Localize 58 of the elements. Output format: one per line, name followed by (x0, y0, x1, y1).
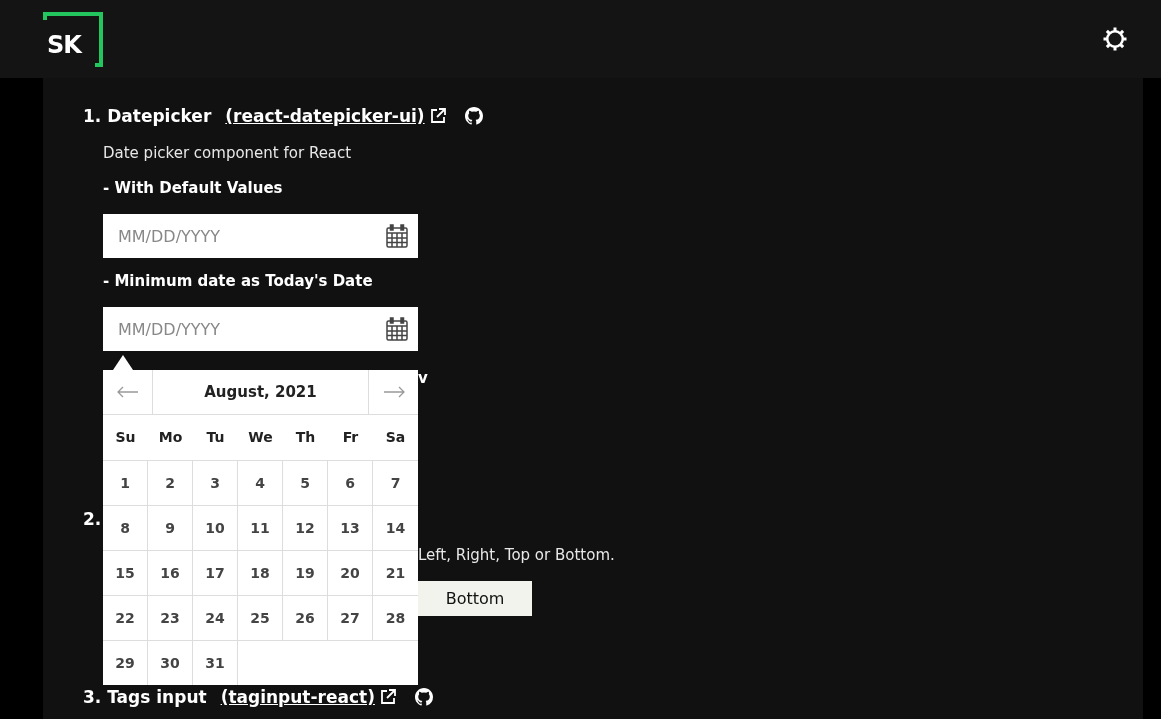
right-arrow-icon[interactable] (382, 386, 405, 398)
day-cell[interactable]: 4 (238, 460, 283, 505)
day-cell[interactable]: 20 (328, 550, 373, 595)
day-cell[interactable]: 6 (328, 460, 373, 505)
github-icon[interactable] (414, 688, 433, 706)
library-link[interactable]: (taginput-react) (220, 682, 375, 712)
day-cell[interactable]: 29 (103, 640, 148, 685)
position-button[interactable]: Bottom (418, 581, 532, 616)
weekday-label: Sa (384, 428, 407, 447)
day-cell[interactable]: 27 (328, 595, 373, 640)
day-cell[interactable]: 9 (148, 505, 193, 550)
section-title: 3. Tags input (83, 686, 207, 709)
day-cell[interactable]: 22 (103, 595, 148, 640)
day-cell[interactable]: 15 (103, 550, 148, 595)
date-input[interactable]: MM/DD/YYYY (103, 307, 418, 351)
weekday-label: Su (114, 428, 137, 447)
library-link[interactable]: (react-datepicker-ui) (225, 101, 425, 131)
day-cell[interactable]: 12 (283, 505, 328, 550)
day-cell[interactable]: 13 (328, 505, 373, 550)
day-cell[interactable]: 11 (238, 505, 283, 550)
date-input[interactable]: MM/DD/YYYY (103, 214, 418, 258)
settings-icon[interactable] (1102, 26, 1128, 52)
partial-text: v (418, 369, 428, 387)
calendar-icon[interactable] (386, 317, 408, 341)
external-link-icon[interactable] (378, 688, 397, 706)
day-cell[interactable]: 24 (193, 595, 238, 640)
day-cell[interactable]: 25 (238, 595, 283, 640)
weekday-label: Mo (157, 428, 184, 447)
day-cell[interactable]: 10 (193, 505, 238, 550)
day-cell[interactable]: 19 (283, 550, 328, 595)
section-title: 1. Datepicker (83, 105, 212, 128)
weekday-label: Th (294, 428, 317, 447)
day-cell[interactable]: 8 (103, 505, 148, 550)
day-cell[interactable]: 18 (238, 550, 283, 595)
day-cell[interactable]: 31 (193, 640, 238, 685)
month-title: August, 2021 (152, 370, 369, 414)
day-cell[interactable]: 5 (283, 460, 328, 505)
calendar-icon[interactable] (386, 224, 408, 248)
github-icon[interactable] (464, 107, 483, 125)
section-description: Left, Right, Top or Bottom. (418, 546, 615, 564)
day-cell[interactable]: 3 (193, 460, 238, 505)
day-cell[interactable]: 17 (193, 550, 238, 595)
example-label: - Minimum date as Today's Date (102, 271, 374, 292)
weekday-label: We (247, 428, 274, 447)
left-arrow-icon[interactable] (116, 386, 139, 398)
external-link-icon[interactable] (428, 107, 447, 125)
weekday-label: Fr (341, 428, 360, 447)
day-cell[interactable]: 16 (148, 550, 193, 595)
day-cell[interactable]: 23 (148, 595, 193, 640)
example-label: - With Default Values (102, 178, 284, 199)
day-cell[interactable]: 30 (148, 640, 193, 685)
day-cell[interactable]: 26 (283, 595, 328, 640)
weekday-label: Tu (205, 428, 226, 447)
day-cell[interactable]: 2 (148, 460, 193, 505)
logo[interactable]: SK (43, 11, 103, 67)
day-cell[interactable]: 1 (103, 460, 148, 505)
section-description: Date picker component for React (102, 143, 353, 164)
section-title: 2. (83, 508, 102, 531)
